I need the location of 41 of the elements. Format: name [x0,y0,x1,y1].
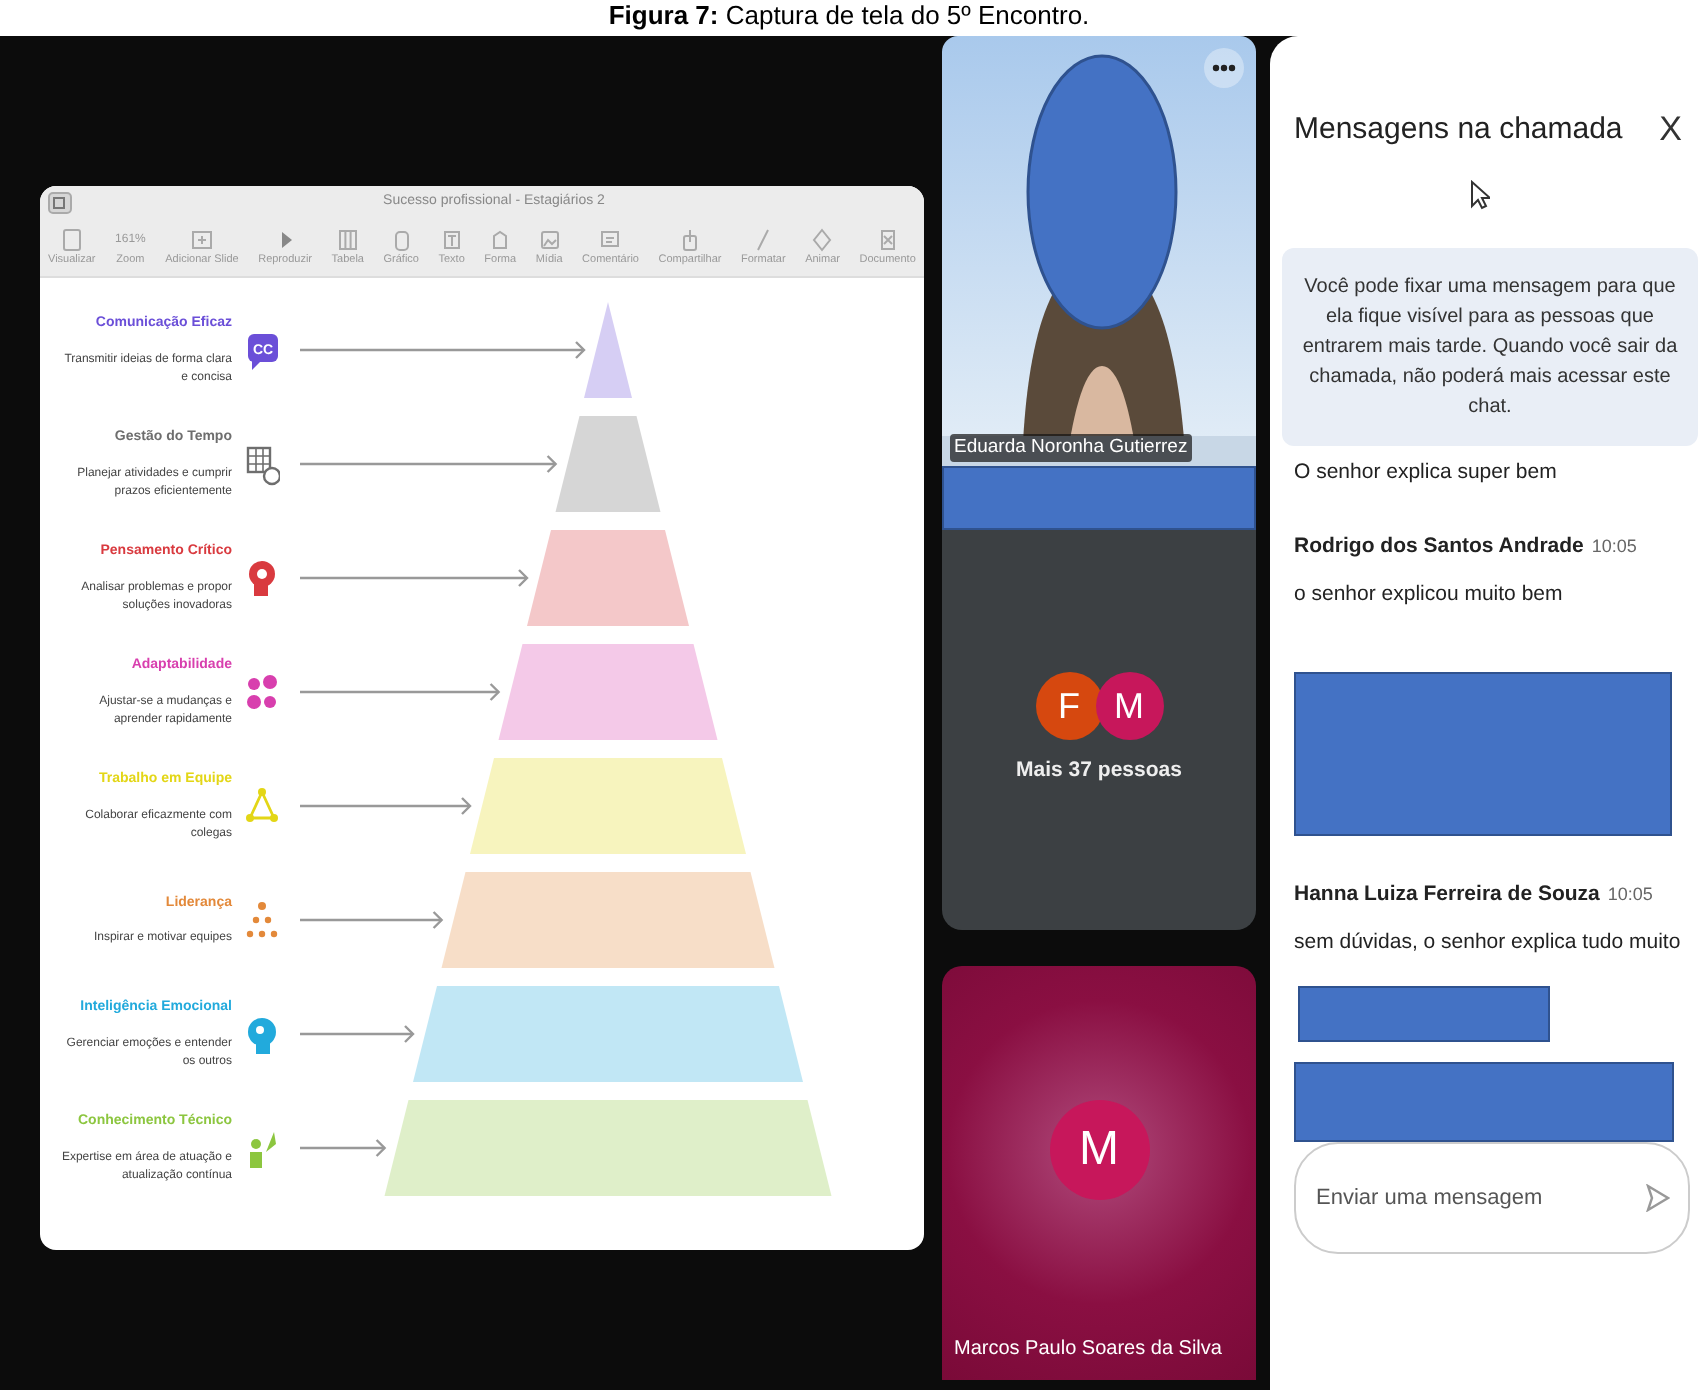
arrow [300,911,444,929]
network-icon [244,785,280,828]
info-notice: Você pode fixar uma mensagem para que ela fique visível para as pessoas que entrarem mais tarde. Quando você sair da chamada, não poderá mais acessar este chat. [1282,247,1698,445]
close-button[interactable]: X [1643,104,1698,155]
cursor-icon [1470,179,1490,210]
avatar: M [1095,672,1163,741]
org-chart-icon [244,899,280,942]
calendar-icon [244,443,280,486]
text-icon [439,227,464,252]
avatar: M [1049,1100,1149,1200]
message-text: o senhor explicou muito bem [1294,580,1565,610]
message-time: 10:05 [1607,881,1653,908]
sidebar-icon[interactable] [48,191,72,213]
participant-name: Eduarda Noronha Gutierrez [950,433,1192,462]
participant-count: Mais 37 pessoas [1016,756,1182,787]
shape-icon [488,227,513,252]
message-text: O senhor explica super bem [1294,457,1559,487]
sender-name: Rodrigo dos Santos Andrade [1294,532,1584,563]
diamond-icon [810,227,835,252]
arrow [300,1025,415,1043]
message-text: sem dúvidas, o senhor explica tudo muito [1294,927,1683,957]
arrow [300,1139,387,1157]
dots-icon [244,671,280,714]
participant-name: Marcos Paulo Soares da Silva [952,1336,1224,1364]
message-time: 10:05 [1591,534,1637,561]
more-button[interactable] [1204,48,1244,88]
table-icon [335,227,360,252]
document-icon [875,227,900,252]
comment-icon [598,227,623,252]
figure-icon [244,1127,280,1170]
more-icon [1212,64,1236,72]
panel-icon [59,227,84,252]
share-icon [677,227,702,252]
send-icon[interactable] [1646,1184,1670,1213]
sender-name: Hanna Luiza Ferreira de Souza [1294,879,1600,910]
panel-title: Mensagens na chamada [1294,109,1623,149]
avatar: F [1035,672,1103,741]
message-field[interactable]: Enviar uma mensagem [1294,1142,1690,1255]
image-icon [537,227,562,252]
slide-icon [189,227,214,252]
figure-caption: Figura 7: Captura de tela do 5º Encontro. [0,0,1698,36]
